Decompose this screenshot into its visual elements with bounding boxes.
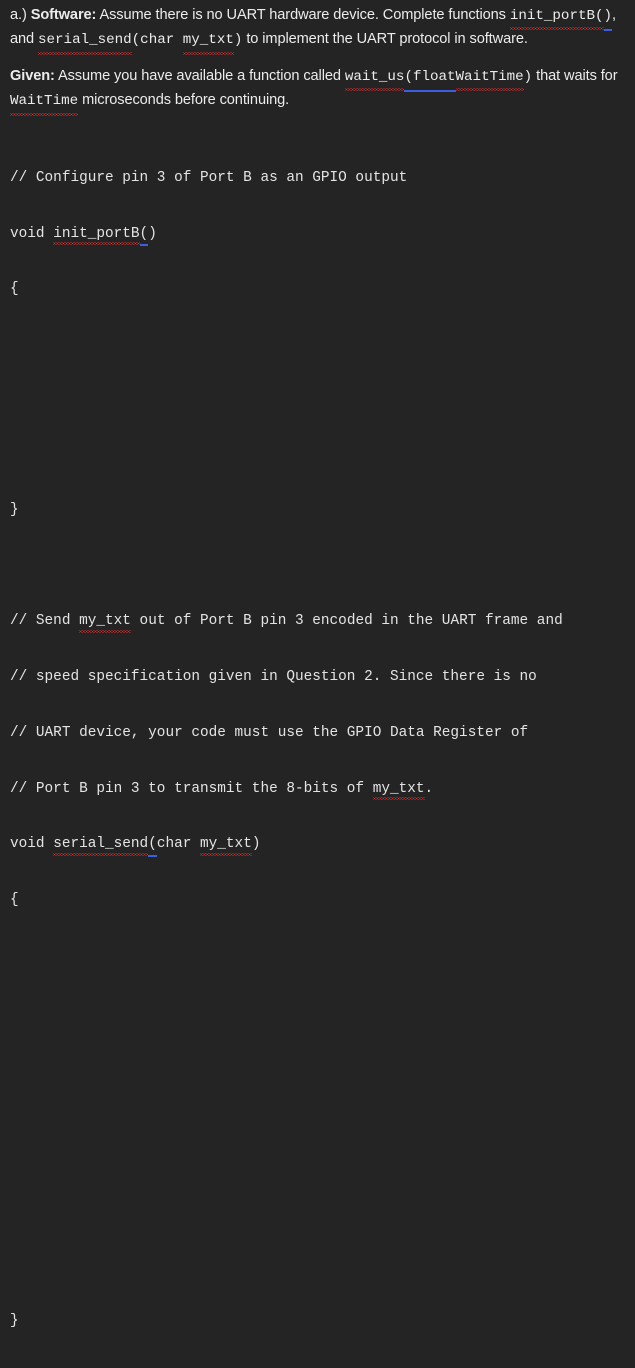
code-block-separator — [10, 557, 627, 575]
problem-bold-label: Software: — [30, 7, 97, 23]
code-paren-close: ) — [148, 225, 157, 242]
code-comment-text-4a: // Port B pin 3 to transmit the 8-bits o… — [10, 780, 373, 797]
paragraph-problem-statement: a.) Software: Assume there is no UART ha… — [10, 0, 627, 56]
code-close-brace-2: } — [10, 1313, 19, 1330]
code-fn-name-init-portb: init_portB — [53, 225, 140, 245]
code-ref-my-txt: my_txt — [182, 29, 234, 56]
code-keyword-void-2: void — [10, 836, 54, 853]
code-comment-line: // Configure pin 3 of Port B as an GPIO … — [10, 169, 408, 186]
problem-text-segment-3: to implement the UART protocol in softwa… — [242, 31, 528, 48]
code-comment-line-4: // Port B pin 3 to transmit the 8-bits o… — [10, 780, 627, 800]
code-ref-serial-send: serial_send — [38, 29, 132, 56]
code-body-empty-init-portb — [10, 336, 627, 464]
code-paren-open-2: ( — [148, 836, 157, 857]
code-ref-waittime: WaitTime — [455, 66, 524, 92]
code-open-brace-2: { — [10, 892, 19, 909]
code-ref-waittime-close: ) — [523, 68, 533, 85]
code-paren-open: ( — [139, 225, 149, 246]
code-comment-line-3: // UART device, your code must use the G… — [10, 724, 529, 741]
code-open-brace: { — [10, 281, 19, 298]
problem-item-label: a.) — [10, 7, 27, 23]
given-text-segment-2: that waits for — [532, 67, 618, 84]
document-page: a.) Software: Assume there is no UART ha… — [0, 0, 635, 1329]
code-signature-serial-send: void serial_send(char my_txt) — [10, 835, 627, 857]
given-text-segment-3: microseconds before continuing. — [78, 92, 290, 109]
code-ref-waittime-2: WaitTime — [10, 90, 79, 117]
code-comment-text-4c: . — [424, 780, 434, 797]
code-signature-init-portb: void init_portB() — [10, 225, 627, 246]
code-keyword-void: void — [10, 225, 54, 242]
code-close-brace: } — [10, 502, 19, 519]
code-ref-init-portb: init_portB( — [509, 5, 604, 31]
code-comment-text-a: // Send — [10, 613, 80, 630]
code-ref-wait-us-args: (float — [404, 66, 456, 93]
code-paren-close-2: ) — [251, 836, 261, 853]
code-ref-init-portb-close: ) — [603, 5, 612, 32]
code-arg-type-char: char — [156, 836, 201, 853]
code-ident-my-txt-2: my_txt — [372, 780, 425, 800]
code-arg-name-my-txt: my_txt — [200, 836, 252, 856]
code-block-init-portb: // Configure pin 3 of Port B as an GPIO … — [10, 114, 627, 558]
code-comment-line-1: // Send my_txt out of Port B pin 3 encod… — [10, 612, 627, 633]
code-ref-serial-send-args: (char — [131, 32, 183, 49]
code-fn-name-serial-send: serial_send — [53, 836, 149, 856]
code-body-empty-serial-send — [10, 947, 627, 1275]
problem-text-segment-1: Assume there is no UART hardware device.… — [96, 7, 510, 23]
code-comment-line-2: // speed specification given in Question… — [10, 669, 537, 686]
paragraph-given: Given: Assume you have available a funct… — [10, 53, 627, 117]
code-ref-wait-us: wait_us — [344, 66, 404, 92]
code-block-serial-send: // Send my_txt out of Port B pin 3 encod… — [10, 575, 627, 1368]
code-ident-my-txt: my_txt — [79, 613, 131, 633]
given-bold-label: Given: — [10, 67, 55, 84]
code-comment-text-c: out of Port B pin 3 encoded in the UART … — [130, 613, 563, 630]
given-text-segment-1: Assume you have available a function cal… — [54, 67, 345, 84]
